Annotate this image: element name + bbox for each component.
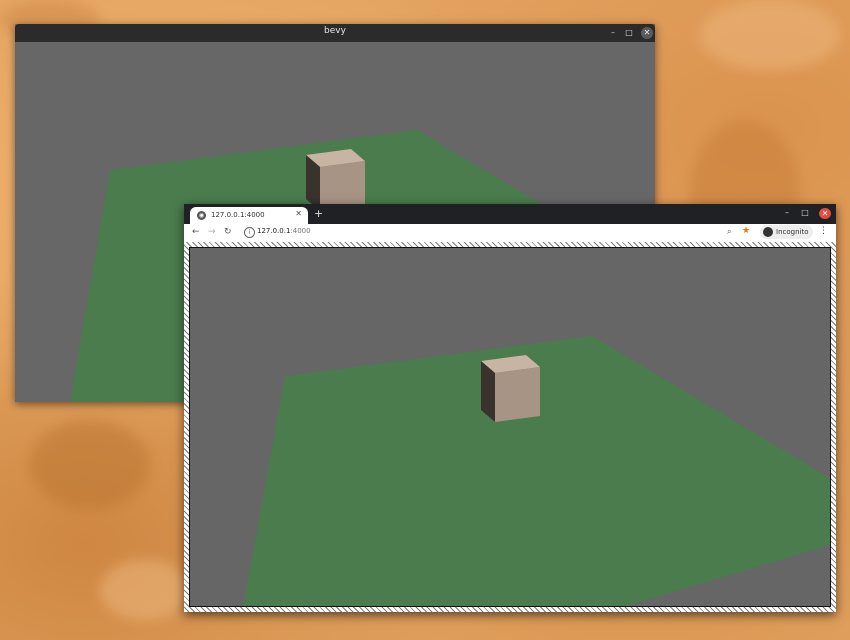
close-button[interactable]: ✕ xyxy=(641,27,653,39)
page-content xyxy=(184,242,836,612)
browser-tab[interactable]: ◉ 127.0.0.1:4000 ✕ xyxy=(190,207,308,224)
cube-front-face xyxy=(495,367,540,422)
zoom-icon[interactable]: ⌕ xyxy=(727,227,731,237)
bevy-titlebar[interactable]: bevy – □ ✕ xyxy=(15,24,655,42)
tab-strip[interactable]: ◉ 127.0.0.1:4000 ✕ + – □ ✕ xyxy=(184,204,836,224)
browser-minimize-button[interactable]: – xyxy=(781,208,793,217)
back-button[interactable]: ← xyxy=(192,227,200,237)
maximize-button[interactable]: □ xyxy=(623,27,635,39)
url-port: :4000 xyxy=(290,227,311,235)
browser-close-button[interactable]: ✕ xyxy=(819,208,831,219)
bookmark-star-icon[interactable]: ★ xyxy=(742,226,750,236)
address-bar[interactable]: 127.0.0.1:4000 xyxy=(257,227,311,235)
incognito-badge[interactable]: Incognito xyxy=(760,225,814,239)
wallpaper-blotch xyxy=(100,560,190,620)
browser-maximize-button[interactable]: □ xyxy=(799,208,811,217)
tab-title: 127.0.0.1:4000 xyxy=(211,211,265,219)
reload-button[interactable]: ↻ xyxy=(224,227,232,237)
minimize-button[interactable]: – xyxy=(607,27,619,39)
webgl-canvas[interactable] xyxy=(189,247,831,607)
wallpaper-blotch xyxy=(700,0,840,70)
incognito-icon xyxy=(763,227,773,237)
incognito-label: Incognito xyxy=(776,228,809,236)
browser-window[interactable]: ◉ 127.0.0.1:4000 ✕ + – □ ✕ ← → ↻ i 127.0… xyxy=(184,204,836,612)
wallpaper-blotch xyxy=(30,420,150,510)
window-title: bevy xyxy=(324,26,346,36)
browser-toolbar: ← → ↻ i 127.0.0.1:4000 ⌕ ★ Incognito ⋮ xyxy=(184,224,836,243)
new-tab-button[interactable]: + xyxy=(314,207,323,220)
forward-button[interactable]: → xyxy=(208,227,216,237)
tab-close-icon[interactable]: ✕ xyxy=(295,209,302,218)
site-info-icon[interactable]: i xyxy=(244,227,255,238)
3d-scene xyxy=(243,336,830,606)
url-host: 127.0.0.1 xyxy=(257,227,291,235)
globe-icon: ◉ xyxy=(197,211,206,220)
browser-menu-icon[interactable]: ⋮ xyxy=(819,226,828,236)
